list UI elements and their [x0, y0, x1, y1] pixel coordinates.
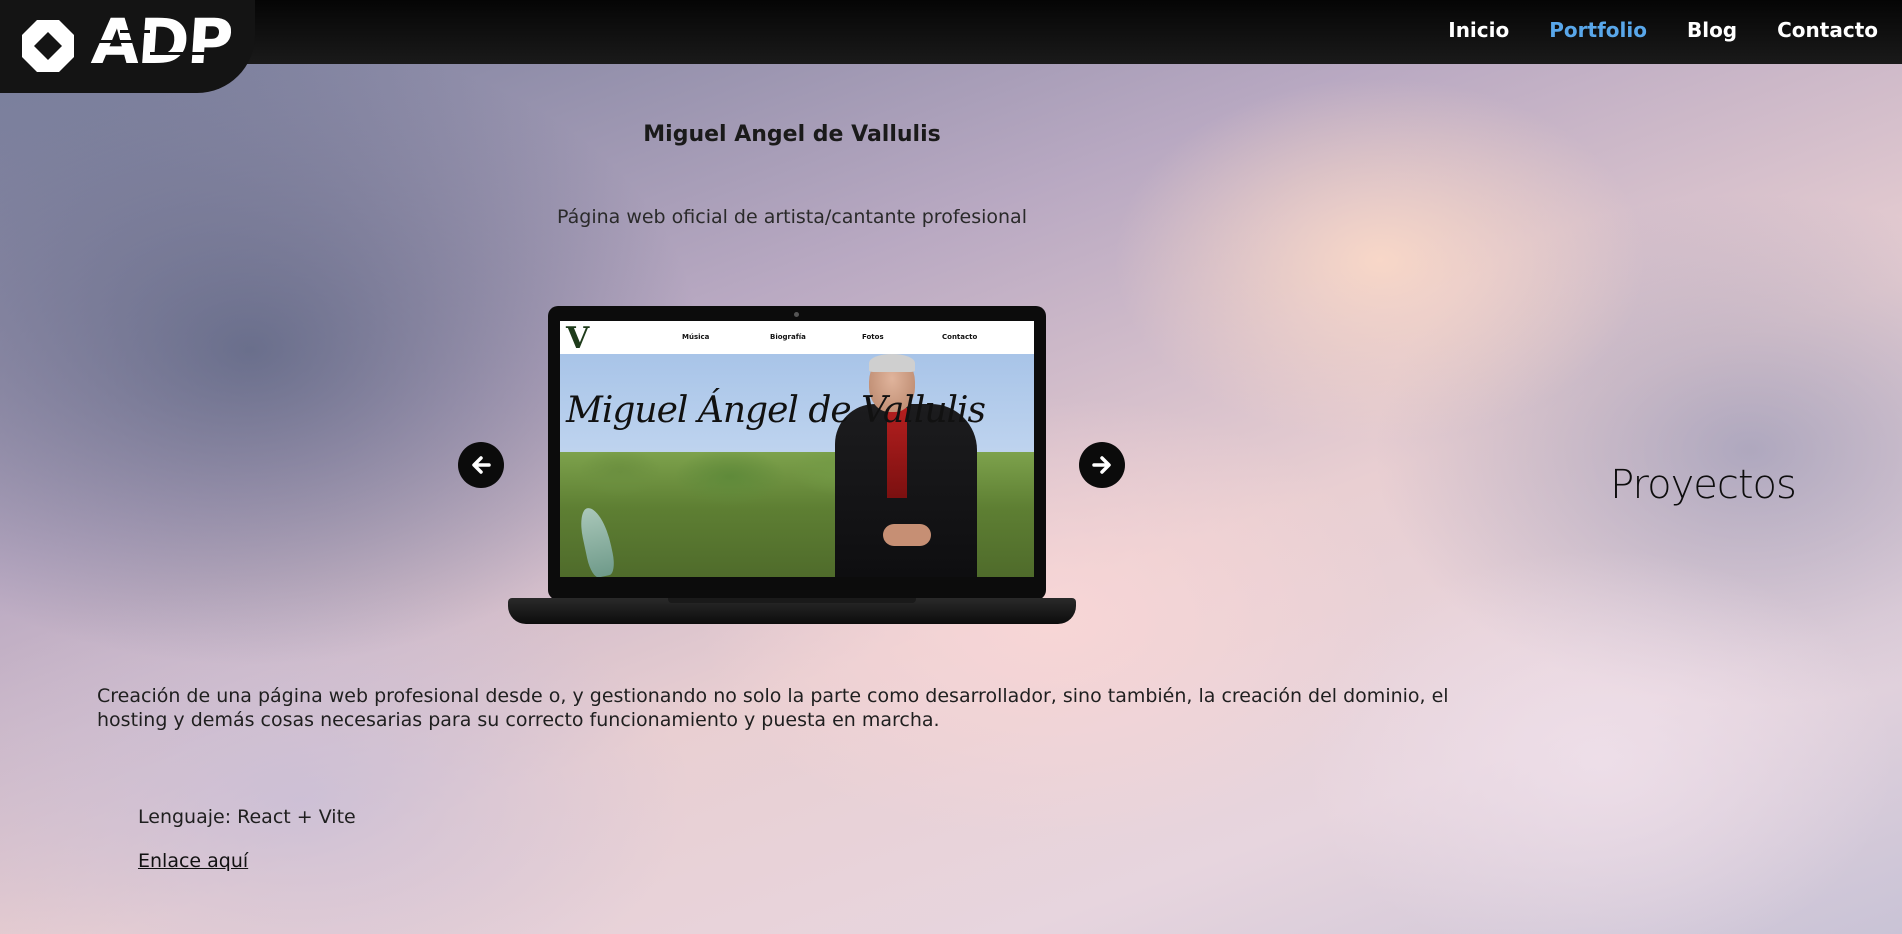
preview-nav-link: Biografía — [770, 333, 806, 341]
preview-nav-link: Fotos — [862, 333, 884, 341]
projects-heading: Proyectos — [1610, 462, 1797, 508]
project-preview-laptop: Miguel Ángel de Vallulis V Música Biogra… — [508, 306, 1076, 626]
project-description: Creación de una página web profesional d… — [97, 685, 1449, 731]
carousel-next-button[interactable] — [1079, 442, 1125, 488]
preview-site-logo: V — [566, 321, 590, 356]
main-nav: Inicio Portfolio Blog Contacto — [1448, 18, 1878, 42]
laptop-hinge — [668, 598, 916, 603]
preview-hero-image: Miguel Ángel de Vallulis — [560, 354, 1034, 577]
nav-blog[interactable]: Blog — [1687, 18, 1737, 42]
arrow-right-icon — [1092, 456, 1111, 474]
nav-contacto[interactable]: Contacto — [1777, 18, 1878, 42]
preview-person — [825, 354, 1005, 577]
logo-glitch-line — [150, 52, 210, 55]
logo-glitch-line — [120, 30, 150, 33]
carousel-prev-button[interactable] — [458, 442, 504, 488]
logo-octagon-icon — [22, 20, 74, 72]
project-title: Miguel Angel de Vallulis — [643, 122, 941, 147]
preview-hero-text: Miguel Ángel de Vallulis — [566, 390, 986, 431]
preview-nav-link: Contacto — [942, 333, 978, 341]
nav-inicio[interactable]: Inicio — [1448, 18, 1509, 42]
arrow-left-icon — [472, 456, 491, 474]
project-screenshot: Miguel Ángel de Vallulis V Música Biogra… — [560, 321, 1034, 577]
laptop-screen-bezel: Miguel Ángel de Vallulis V Música Biogra… — [548, 306, 1046, 600]
logo-container[interactable]: ADP — [0, 0, 255, 93]
project-subtitle: Página web oficial de artista/cantante p… — [557, 206, 1027, 228]
preview-nav-link: Música — [682, 333, 710, 341]
nav-portfolio[interactable]: Portfolio — [1549, 18, 1647, 42]
project-link[interactable]: Enlace aquí — [138, 850, 248, 872]
portfolio-page: ADP Inicio Portfolio Blog Contacto Migue… — [0, 0, 1902, 934]
logo-glitch-line — [96, 40, 132, 43]
project-language: Lenguaje: React + Vite — [138, 806, 356, 828]
preview-person-hands — [883, 524, 931, 546]
preview-site-nav: V Música Biografía Fotos Contacto — [560, 321, 1034, 356]
preview-person-hair — [869, 354, 915, 372]
laptop-camera — [794, 312, 799, 317]
